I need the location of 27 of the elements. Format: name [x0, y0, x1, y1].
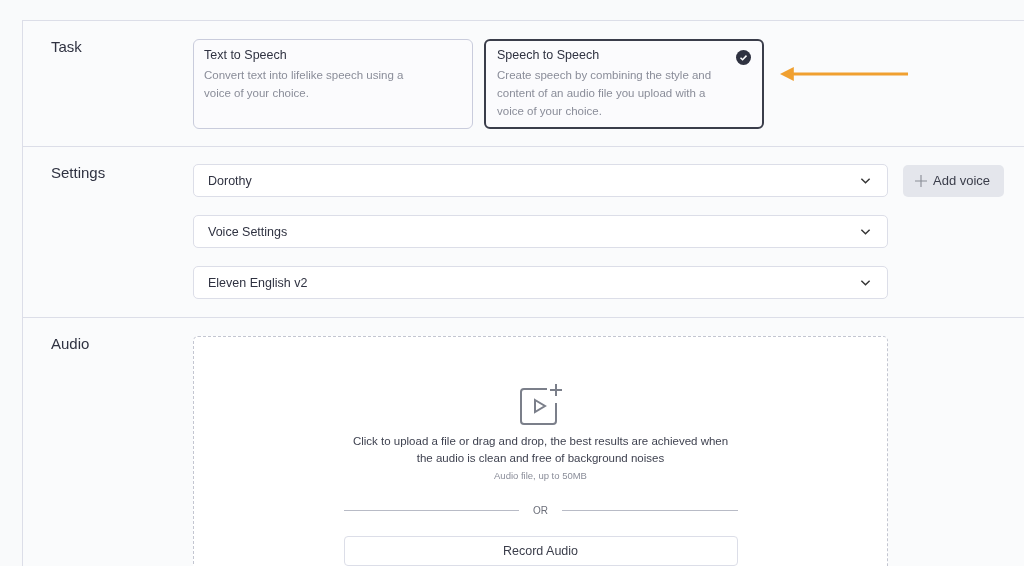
chevron-down-icon — [860, 278, 871, 287]
dropdown-value: Voice Settings — [208, 224, 288, 239]
video-add-icon — [518, 383, 563, 427]
task-option-card[interactable]: Speech to Speech Create speech by combining the style and content of an audio file you upload with a voice of your choice. — [484, 39, 764, 129]
upload-dropzone[interactable]: Click to upload a file or drag and drop, the best results are achieved when the audio is clean and free of background noises Audio file, up to 50MB OR Record Audio — [193, 336, 888, 566]
add-voice-button[interactable]: Add voice — [903, 164, 1005, 197]
checkmark-icon — [736, 50, 751, 65]
option-title: Text to Speech — [204, 48, 288, 62]
dropdown[interactable]: Eleven English v2 — [193, 266, 888, 299]
chevron-down-icon — [860, 176, 871, 185]
dropdown[interactable]: Voice Settings — [193, 215, 888, 248]
record-audio-button[interactable]: Record Audio — [343, 536, 738, 566]
option-description: Create speech by combining the style and content of an audio file you upload with a voice of your choice. — [497, 68, 713, 119]
dropdown[interactable]: Dorothy — [193, 164, 888, 197]
dropdown-value: Dorothy — [208, 173, 252, 188]
option-description: Convert text into lifelike speech using a voice of your choice. — [204, 68, 405, 101]
option-title: Speech to Speech — [497, 48, 601, 62]
section-label: Settings — [50, 163, 107, 183]
upload-instructions: Click to upload a file or drag and drop, the best results are achieved when the audio is clean and free of background noises — [351, 434, 730, 466]
task-option-card[interactable]: Text to Speech Convert text into lifelike speech using a voice of your choice. — [193, 39, 473, 129]
file-size-hint: Audio file, up to 50MB — [494, 470, 587, 481]
plus-icon — [915, 174, 927, 187]
chevron-down-icon — [860, 227, 871, 236]
or-divider-text: OR — [533, 505, 548, 516]
dropdown-value: Eleven English v2 — [208, 275, 308, 290]
section-label: Task — [50, 37, 83, 57]
section-label: Audio — [50, 334, 91, 354]
